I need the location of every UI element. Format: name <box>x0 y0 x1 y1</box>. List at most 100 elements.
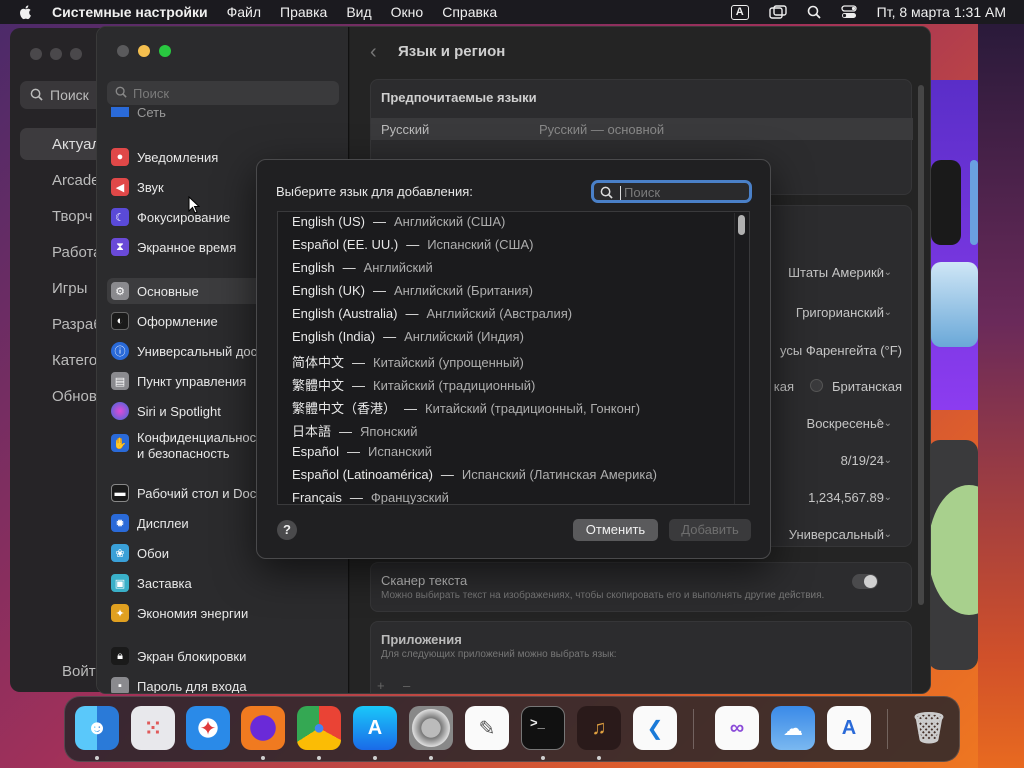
vscode-icon[interactable]: ❮ <box>633 706 677 750</box>
chevron-updown-icon[interactable]: ⌃⌄ <box>875 492 892 503</box>
language-separator: — <box>440 467 454 482</box>
language-option[interactable]: Español (EE. UU.) — Испанский (США) <box>292 237 533 252</box>
terminal-icon[interactable]: >_ <box>521 706 565 750</box>
menu-window[interactable]: Окно <box>391 4 424 20</box>
language-search-input[interactable]: Поиск <box>591 180 752 203</box>
chevron-updown-icon[interactable]: ⌃⌄ <box>875 267 892 278</box>
sidebar-item-lock-screen[interactable]: 🔒︎ Экран блокировки <box>111 645 343 667</box>
bg-sidebar-item[interactable]: Обнов <box>52 388 97 405</box>
language-russian-name: Французский <box>370 490 449 505</box>
remove-app-button[interactable]: – <box>403 678 410 693</box>
language-separator: — <box>372 283 386 298</box>
language-option[interactable]: 繁體中文 — Китайский (традиционный) <box>292 375 535 394</box>
number-format-value[interactable]: 1,234,567.89 <box>808 490 884 505</box>
minimize-button[interactable] <box>138 45 150 57</box>
weather-icon[interactable]: ☁ <box>771 706 815 750</box>
bg-sidebar-item[interactable]: Разраб <box>52 316 102 333</box>
cancel-button[interactable]: Отменить <box>573 519 658 541</box>
featured-card[interactable] <box>928 440 978 670</box>
language-option[interactable]: Español — Испанский <box>292 444 432 459</box>
language-option[interactable]: 简体中文 — Китайский (упрощенный) <box>292 352 524 371</box>
finder-icon[interactable]: ☻ <box>75 706 119 750</box>
sidebar-item-network[interactable]: Сеть <box>111 107 343 117</box>
running-indicator <box>373 756 377 760</box>
trash-icon[interactable]: 🗑︎ <box>907 706 951 750</box>
control-center-icon[interactable] <box>841 5 857 19</box>
language-option[interactable]: 繁體中文（香港） — Китайский (традиционный, Гонкон… <box>292 398 640 417</box>
window-switch-icon[interactable] <box>768 5 787 19</box>
menu-help[interactable]: Справка <box>442 4 497 20</box>
calendar-value[interactable]: Григорианский <box>796 305 884 320</box>
sidebar-item-login-password[interactable]: ▪ Пароль для входа <box>111 675 343 693</box>
language-separator: — <box>352 378 366 393</box>
chevron-updown-icon[interactable]: ⌃⌄ <box>875 529 892 540</box>
firefox-icon[interactable] <box>241 706 285 750</box>
scrollbar-thumb[interactable] <box>738 215 745 235</box>
measurement-option-b[interactable]: Британская <box>832 379 902 394</box>
chevron-updown-icon[interactable]: ⌃⌄ <box>875 418 892 429</box>
lightbulb-icon: ✦ <box>111 604 129 622</box>
game-tile[interactable] <box>970 160 978 245</box>
app-store-banner[interactable] <box>928 80 978 410</box>
textedit-icon[interactable]: ✎ <box>465 706 509 750</box>
chrome-icon[interactable]: ● <box>297 706 341 750</box>
xcode-instruments-icon[interactable]: A <box>827 706 871 750</box>
region-value[interactable]: Штаты Америки <box>788 265 884 280</box>
menu-view[interactable]: Вид <box>346 4 371 20</box>
language-option[interactable]: English (India) — Английский (Индия) <box>292 329 524 344</box>
garageband-icon[interactable]: ♫ <box>577 706 621 750</box>
close-button[interactable] <box>117 45 129 57</box>
language-option[interactable]: English (UK) — Английский (Британия) <box>292 283 533 298</box>
sidebar-item-energy[interactable]: ✦ Экономия энергии <box>111 602 343 624</box>
language-option[interactable]: English (US) — Английский (США) <box>292 214 505 229</box>
app-store-icon[interactable]: A <box>353 706 397 750</box>
measurement-option-a[interactable]: кая <box>774 379 794 394</box>
add-button[interactable]: Добавить <box>669 519 751 541</box>
menu-file[interactable]: Файл <box>227 4 261 20</box>
apple-menu-icon[interactable] <box>18 4 34 20</box>
bg-traffic-lights <box>30 48 82 60</box>
back-chevron-icon[interactable]: ‹ <box>370 41 377 64</box>
preferred-language-row[interactable]: Русский Русский — основной <box>371 118 913 140</box>
language-option[interactable]: English (Australia) — Английский (Австрали… <box>292 306 572 321</box>
language-list[interactable]: English (US) — Английский (США) Español (EE… <box>277 211 750 505</box>
help-button[interactable]: ? <box>277 520 297 540</box>
input-source-badge[interactable]: A <box>730 4 749 20</box>
bg-sidebar-item[interactable]: Arcade <box>52 172 100 189</box>
bg-sidebar-item[interactable]: Работа <box>52 244 102 261</box>
game-tile[interactable] <box>931 160 961 245</box>
language-russian-name: Китайский (традиционный, Гонконг) <box>425 401 641 416</box>
zoom-button[interactable] <box>159 45 171 57</box>
language-option[interactable]: English — Английский <box>292 260 433 275</box>
bg-sidebar-item[interactable]: Игры <box>52 280 87 297</box>
live-text-toggle[interactable] <box>852 574 878 589</box>
language-list-scrollbar[interactable] <box>734 213 748 504</box>
bg-signin-label[interactable]: Войт <box>62 663 96 680</box>
game-tile[interactable] <box>931 262 978 347</box>
menu-edit[interactable]: Правка <box>280 4 327 20</box>
menubar-clock[interactable]: Пт, 8 марта 1:31 AM <box>877 4 1006 20</box>
system-settings-icon[interactable] <box>409 706 453 750</box>
menu-app-name[interactable]: Системные настройки <box>52 4 208 20</box>
chevron-updown-icon[interactable]: ⌃⌄ <box>875 307 892 318</box>
content-scrollbar[interactable] <box>918 85 924 605</box>
temperature-value[interactable]: усы Фаренгейта (°F) <box>780 343 902 358</box>
bg-sidebar-item[interactable]: Катего <box>52 352 97 369</box>
first-day-value[interactable]: Воскресенье <box>807 416 884 431</box>
radio-button[interactable] <box>810 379 823 392</box>
language-option[interactable]: Español (Latinoamérica) — Испанский (Латин… <box>292 467 657 482</box>
chevron-updown-icon[interactable]: ⌃⌄ <box>875 455 892 466</box>
bg-sidebar-item[interactable]: Творч <box>52 208 92 225</box>
language-option[interactable]: 日本語 — Японский <box>292 421 418 440</box>
bg-sidebar-item[interactable]: Актуал <box>52 136 100 153</box>
add-app-button[interactable]: + <box>377 678 385 693</box>
language-russian-name: Китайский (традиционный) <box>373 378 536 393</box>
visual-studio-icon[interactable]: ∞ <box>715 706 759 750</box>
language-option[interactable]: Français — Французский <box>292 490 449 505</box>
list-sort-value[interactable]: Универсальный <box>789 527 884 542</box>
safari-icon[interactable]: ✦ <box>186 706 230 750</box>
spotlight-search-icon[interactable] <box>807 5 821 19</box>
sidebar-search-field[interactable]: Поиск <box>107 81 339 105</box>
sidebar-item-screensaver[interactable]: ▣ Заставка <box>111 572 343 594</box>
launchpad-icon[interactable]: ⁙ <box>131 706 175 750</box>
